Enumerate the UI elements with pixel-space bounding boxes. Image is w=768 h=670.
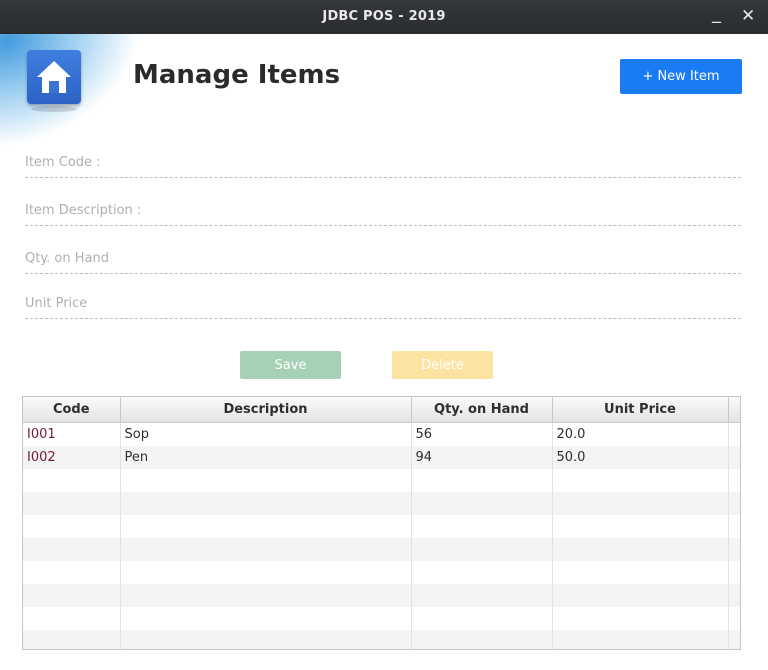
- unit-price-field[interactable]: Unit Price: [25, 296, 745, 319]
- main-panel: Manage Items + New Item Item Code : Item…: [0, 34, 768, 670]
- table-cell: [23, 515, 121, 538]
- page-title: Manage Items: [133, 60, 341, 90]
- table-cell: [411, 584, 553, 607]
- table-cell: [552, 515, 729, 538]
- table-row[interactable]: [23, 561, 740, 584]
- table-cell: [552, 630, 729, 649]
- table-cell: 50.0: [552, 446, 729, 469]
- table-body: I001 Sop 56 20.0 I002 Pen 94 50.0: [23, 422, 740, 649]
- table-cell: I002: [23, 446, 121, 469]
- table-cell: [728, 469, 740, 492]
- title-bar[interactable]: JDBC POS - 2019 _ ✕: [0, 0, 768, 34]
- qty-on-hand-input[interactable]: [25, 251, 745, 273]
- table-cell: Pen: [120, 446, 412, 469]
- save-button[interactable]: Save: [240, 351, 341, 379]
- table-cell: [728, 446, 740, 469]
- column-header-code[interactable]: Code: [23, 397, 121, 423]
- column-header-filler: [728, 397, 740, 423]
- table-cell: [552, 561, 729, 584]
- table-cell: [23, 538, 121, 561]
- table-cell: [411, 515, 553, 538]
- column-header-description[interactable]: Description: [120, 397, 412, 423]
- table-cell: [728, 422, 740, 446]
- items-table[interactable]: Code Description Qty. on Hand Unit Price…: [22, 396, 741, 650]
- table-cell: [411, 561, 553, 584]
- item-code-input[interactable]: [25, 155, 745, 177]
- app-window: JDBC POS - 2019 _ ✕ Manage Items + New I…: [0, 0, 768, 670]
- table-cell: [23, 492, 121, 515]
- delete-button[interactable]: Delete: [392, 351, 493, 379]
- table-cell: [120, 561, 412, 584]
- table-cell: [411, 469, 553, 492]
- corner-decoration: [0, 34, 170, 163]
- table-cell: [728, 584, 740, 607]
- table-cell: [411, 630, 553, 649]
- table-cell: [728, 538, 740, 561]
- table-row[interactable]: [23, 584, 740, 607]
- column-header-qty[interactable]: Qty. on Hand: [411, 397, 553, 423]
- table-cell: [120, 630, 412, 649]
- table-cell: [120, 492, 412, 515]
- table-cell: [23, 561, 121, 584]
- table-cell: [411, 492, 553, 515]
- table-cell: [728, 561, 740, 584]
- table-cell: [728, 607, 740, 630]
- window-title: JDBC POS - 2019: [322, 9, 446, 24]
- item-description-input[interactable]: [25, 203, 745, 225]
- table-cell: [120, 515, 412, 538]
- table-row[interactable]: I001 Sop 56 20.0: [23, 422, 740, 446]
- new-item-button[interactable]: + New Item: [620, 59, 742, 94]
- item-description-field[interactable]: Item Description :: [25, 203, 745, 226]
- close-icon[interactable]: ✕: [741, 6, 755, 26]
- table-cell: 94: [411, 446, 553, 469]
- table-row[interactable]: [23, 515, 740, 538]
- table-cell: [23, 584, 121, 607]
- table-cell: I001: [23, 422, 121, 446]
- table-cell: [728, 492, 740, 515]
- table-row[interactable]: [23, 538, 740, 561]
- home-icon-shadow: [31, 106, 77, 112]
- table-cell: [23, 607, 121, 630]
- minimize-icon[interactable]: _: [712, 3, 721, 24]
- item-code-field[interactable]: Item Code :: [25, 155, 745, 178]
- table-cell: [552, 607, 729, 630]
- table-cell: [120, 607, 412, 630]
- table-cell: [120, 584, 412, 607]
- table-row[interactable]: [23, 607, 740, 630]
- table-cell: [120, 469, 412, 492]
- table-cell: [23, 469, 121, 492]
- table-row[interactable]: I002 Pen 94 50.0: [23, 446, 740, 469]
- table-cell: [728, 630, 740, 649]
- unit-price-input[interactable]: [25, 296, 745, 318]
- column-header-unit-price[interactable]: Unit Price: [552, 397, 729, 423]
- table-cell: [120, 538, 412, 561]
- table-cell: [552, 492, 729, 515]
- table-cell: [411, 607, 553, 630]
- table-cell: [411, 538, 553, 561]
- table-cell: [728, 515, 740, 538]
- table-cell: 20.0: [552, 422, 729, 446]
- qty-on-hand-field[interactable]: Qty. on Hand: [25, 251, 745, 274]
- table-row[interactable]: [23, 630, 740, 649]
- table-row[interactable]: [23, 492, 740, 515]
- table-cell: [552, 538, 729, 561]
- table-header-row: Code Description Qty. on Hand Unit Price: [23, 397, 740, 423]
- table-cell: [23, 630, 121, 649]
- table-cell: [552, 584, 729, 607]
- table-cell: [552, 469, 729, 492]
- table-cell: Sop: [120, 422, 412, 446]
- table-cell: 56: [411, 422, 553, 446]
- home-icon[interactable]: [27, 50, 81, 104]
- table-row[interactable]: [23, 469, 740, 492]
